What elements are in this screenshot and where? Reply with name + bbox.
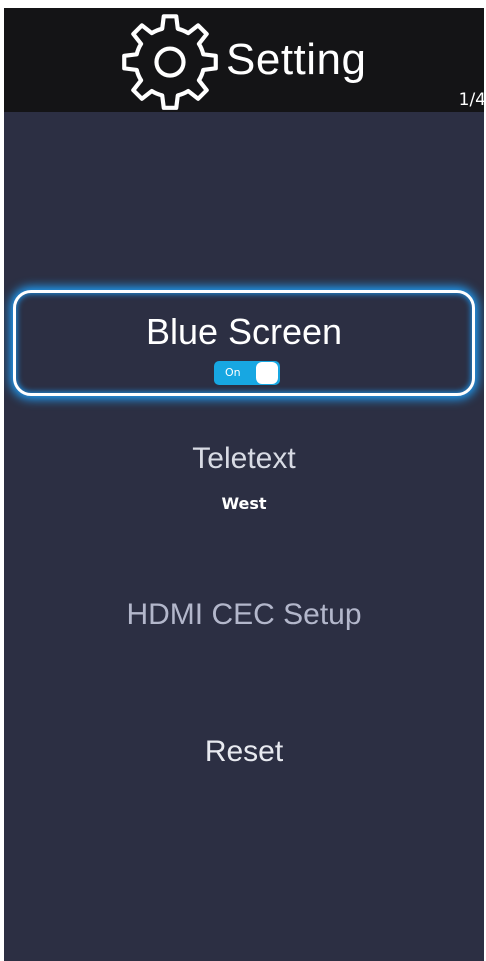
menu-item-teletext[interactable]: Teletext <box>4 442 484 476</box>
settings-screen: Setting 1/4 Blue Screen On Teletext West… <box>4 8 484 961</box>
menu-item-reset[interactable]: Reset <box>4 735 484 769</box>
teletext-value: West <box>221 494 267 513</box>
menu-item-blue-screen[interactable]: Blue Screen On <box>13 290 475 396</box>
page-indicator: 1/4 <box>458 90 484 110</box>
blue-screen-toggle[interactable]: On <box>214 361 280 385</box>
blue-screen-label: Blue Screen <box>145 311 343 352</box>
toggle-knob <box>256 362 278 384</box>
toggle-state-label: On <box>225 366 241 379</box>
header-bar: Setting 1/4 <box>4 8 484 112</box>
menu-item-hdmi-cec-setup[interactable]: HDMI CEC Setup <box>4 598 484 632</box>
header-title-group: Setting <box>118 8 366 112</box>
page-title: Setting <box>226 35 367 84</box>
gear-icon <box>122 14 218 110</box>
